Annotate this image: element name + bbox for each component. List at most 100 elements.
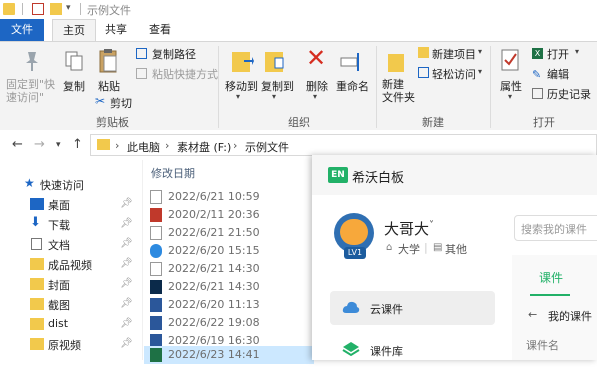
back-arrow-icon[interactable]: ← [12,137,23,152]
pin-icon[interactable]: 📌︎ [120,338,133,349]
quick-access-dropdown-icon[interactable]: ▾ [66,3,78,15]
new-folder-icon [388,54,404,72]
tab-courseware[interactable]: 课件 [539,269,563,286]
pin-icon[interactable]: 📌︎ [120,198,133,209]
cloud-icon [342,301,360,313]
back-arrow-icon[interactable]: ← [528,308,537,321]
my-courseware-link[interactable]: 我的课件 [548,308,592,324]
pin-icon[interactable]: 📌︎ [120,258,133,269]
nav-item-downloads[interactable]: ⬇ 下载 📌︎ [0,215,140,235]
history-label: 历史记录 [547,88,591,101]
tab-indicator [530,294,570,296]
title-bar: ▾ 示例文件 [0,0,597,20]
avatar[interactable]: LV1 [334,213,374,259]
nav-item-documents[interactable]: 文档 📌︎ [0,235,140,255]
open-group-label: 打开 [533,116,555,129]
pin-icon[interactable]: 📌︎ [120,298,133,309]
file-row[interactable]: 2022/6/21 10:59 [144,188,314,206]
menu-item-courseware-library[interactable]: 课件库 [330,333,495,367]
up-arrow-icon[interactable]: ↑ [72,137,83,152]
breadcrumb-drive[interactable]: 素材盘 (F:) [177,139,231,155]
pin-icon[interactable]: 📌︎ [120,238,133,249]
rename-icon [340,53,359,71]
nav-item-dist[interactable]: dist 📌︎ [0,315,140,335]
file-row[interactable]: 2022/6/20 11:13 [144,296,314,314]
move-to-label: 移动到 [225,80,258,93]
open-label: 打开 [547,48,569,61]
file-icon [150,262,162,276]
download-icon: ⬇ [30,215,41,230]
file-row[interactable]: 2022/6/21 14:30 [144,260,314,278]
nav-label: 成品视频 [48,259,92,272]
new-folder-quick-icon[interactable] [50,3,62,15]
pin-icon[interactable]: 📌︎ [120,278,133,289]
nav-quick-access[interactable]: ★ 快速访问 [0,175,140,195]
file-date: 2022/6/20 11:13 [168,298,260,311]
nav-item-finished-videos[interactable]: 成品视频 📌︎ [0,255,140,275]
new-group-label: 新建 [422,116,444,129]
file-row[interactable]: 2020/2/11 20:36 [144,206,314,224]
app-name: 希沃白板 [352,171,405,186]
file-row-selected[interactable]: 2022/6/23 14:41 [144,346,314,364]
copy-to-label: 复制到 [261,80,294,93]
file-row[interactable]: 2022/6/21 21:50 [144,224,314,242]
file-date: 2022/6/21 10:59 [168,190,260,203]
seewo-whiteboard-window: EN 希沃白板 LV1 大哥大 ˅ ⌂ 大学 | ▤ 其他 搜索我的课件 云课件… [312,155,597,360]
file-date: 2022/6/21 21:50 [168,226,260,239]
file-date: 2022/6/23 14:41 [168,348,260,361]
breadcrumb-separator: › [233,139,238,152]
tab-home[interactable]: 主页 [52,19,96,41]
folder-icon [30,258,44,270]
excel-icon: X [532,48,543,59]
nav-item-desktop[interactable]: 桌面 📌︎ [0,195,140,215]
tab-file[interactable]: 文件 [0,19,44,41]
document-icon [31,238,42,250]
folder-icon[interactable] [3,3,15,15]
tab-share[interactable]: 共享 [96,19,136,41]
pin-icon[interactable]: 📌︎ [120,318,133,329]
new-item-label: 新建项目 [432,48,476,61]
app-logo-icon: EN [328,167,348,183]
file-date: 2020/2/11 20:36 [168,208,260,221]
recent-dropdown-icon[interactable]: ▾ [56,140,61,150]
user-menu-chevron-icon[interactable]: ˅ [429,220,434,231]
delete-icon: ✕ [306,44,327,72]
file-row[interactable]: 2022/6/20 15:15 [144,242,314,260]
file-date: 2022/6/20 15:15 [168,244,260,257]
nav-item-covers[interactable]: 封面 📌︎ [0,275,140,295]
folder-icon [30,298,44,310]
chevron-down-icon: ▾ [272,92,277,101]
file-row[interactable]: 2022/6/22 19:08 [144,314,314,332]
pin-icon[interactable]: 📌︎ [120,218,133,229]
word-file-icon [150,298,162,312]
breadcrumb-this-pc[interactable]: 此电脑 [127,139,160,155]
clipboard-icon [99,49,117,73]
file-date: 2022/6/22 19:08 [168,316,260,329]
nav-label: 桌面 [48,199,70,212]
chevron-down-icon: ▾ [478,47,483,56]
desktop-icon [30,198,44,210]
nav-label: 截图 [48,299,70,312]
menu-item-cloud-courseware[interactable]: 云课件 [330,291,495,325]
address-bar[interactable]: › 此电脑 › 素材盘 (F:) › 示例文件 [90,134,597,156]
user-name[interactable]: 大哥大 [384,218,429,239]
paste-shortcut-icon [136,68,147,79]
folder-icon [30,338,44,350]
nav-item-screenshots[interactable]: 截图 📌︎ [0,295,140,315]
search-input[interactable]: 搜索我的课件 [514,215,597,241]
scissors-icon: ✂ [95,94,106,108]
column-header-modified-date[interactable]: 修改日期 [151,165,195,181]
forward-arrow-icon[interactable]: → [34,137,45,152]
school-icon: ⌂ [386,242,393,253]
properties-quick-icon[interactable] [32,3,44,15]
edit-label: 编辑 [547,68,569,81]
star-icon: ★ [24,176,35,190]
nav-item-raw-videos[interactable]: 原视频 📌︎ [0,335,140,355]
divider [80,3,81,15]
breadcrumb-folder[interactable]: 示例文件 [245,139,289,155]
tab-view[interactable]: 查看 [138,19,182,41]
file-row[interactable]: 2022/6/21 14:30 [144,278,314,296]
file-icon [150,226,162,240]
paste-label: 粘贴 [98,80,120,93]
copy-to-icon [265,52,284,72]
